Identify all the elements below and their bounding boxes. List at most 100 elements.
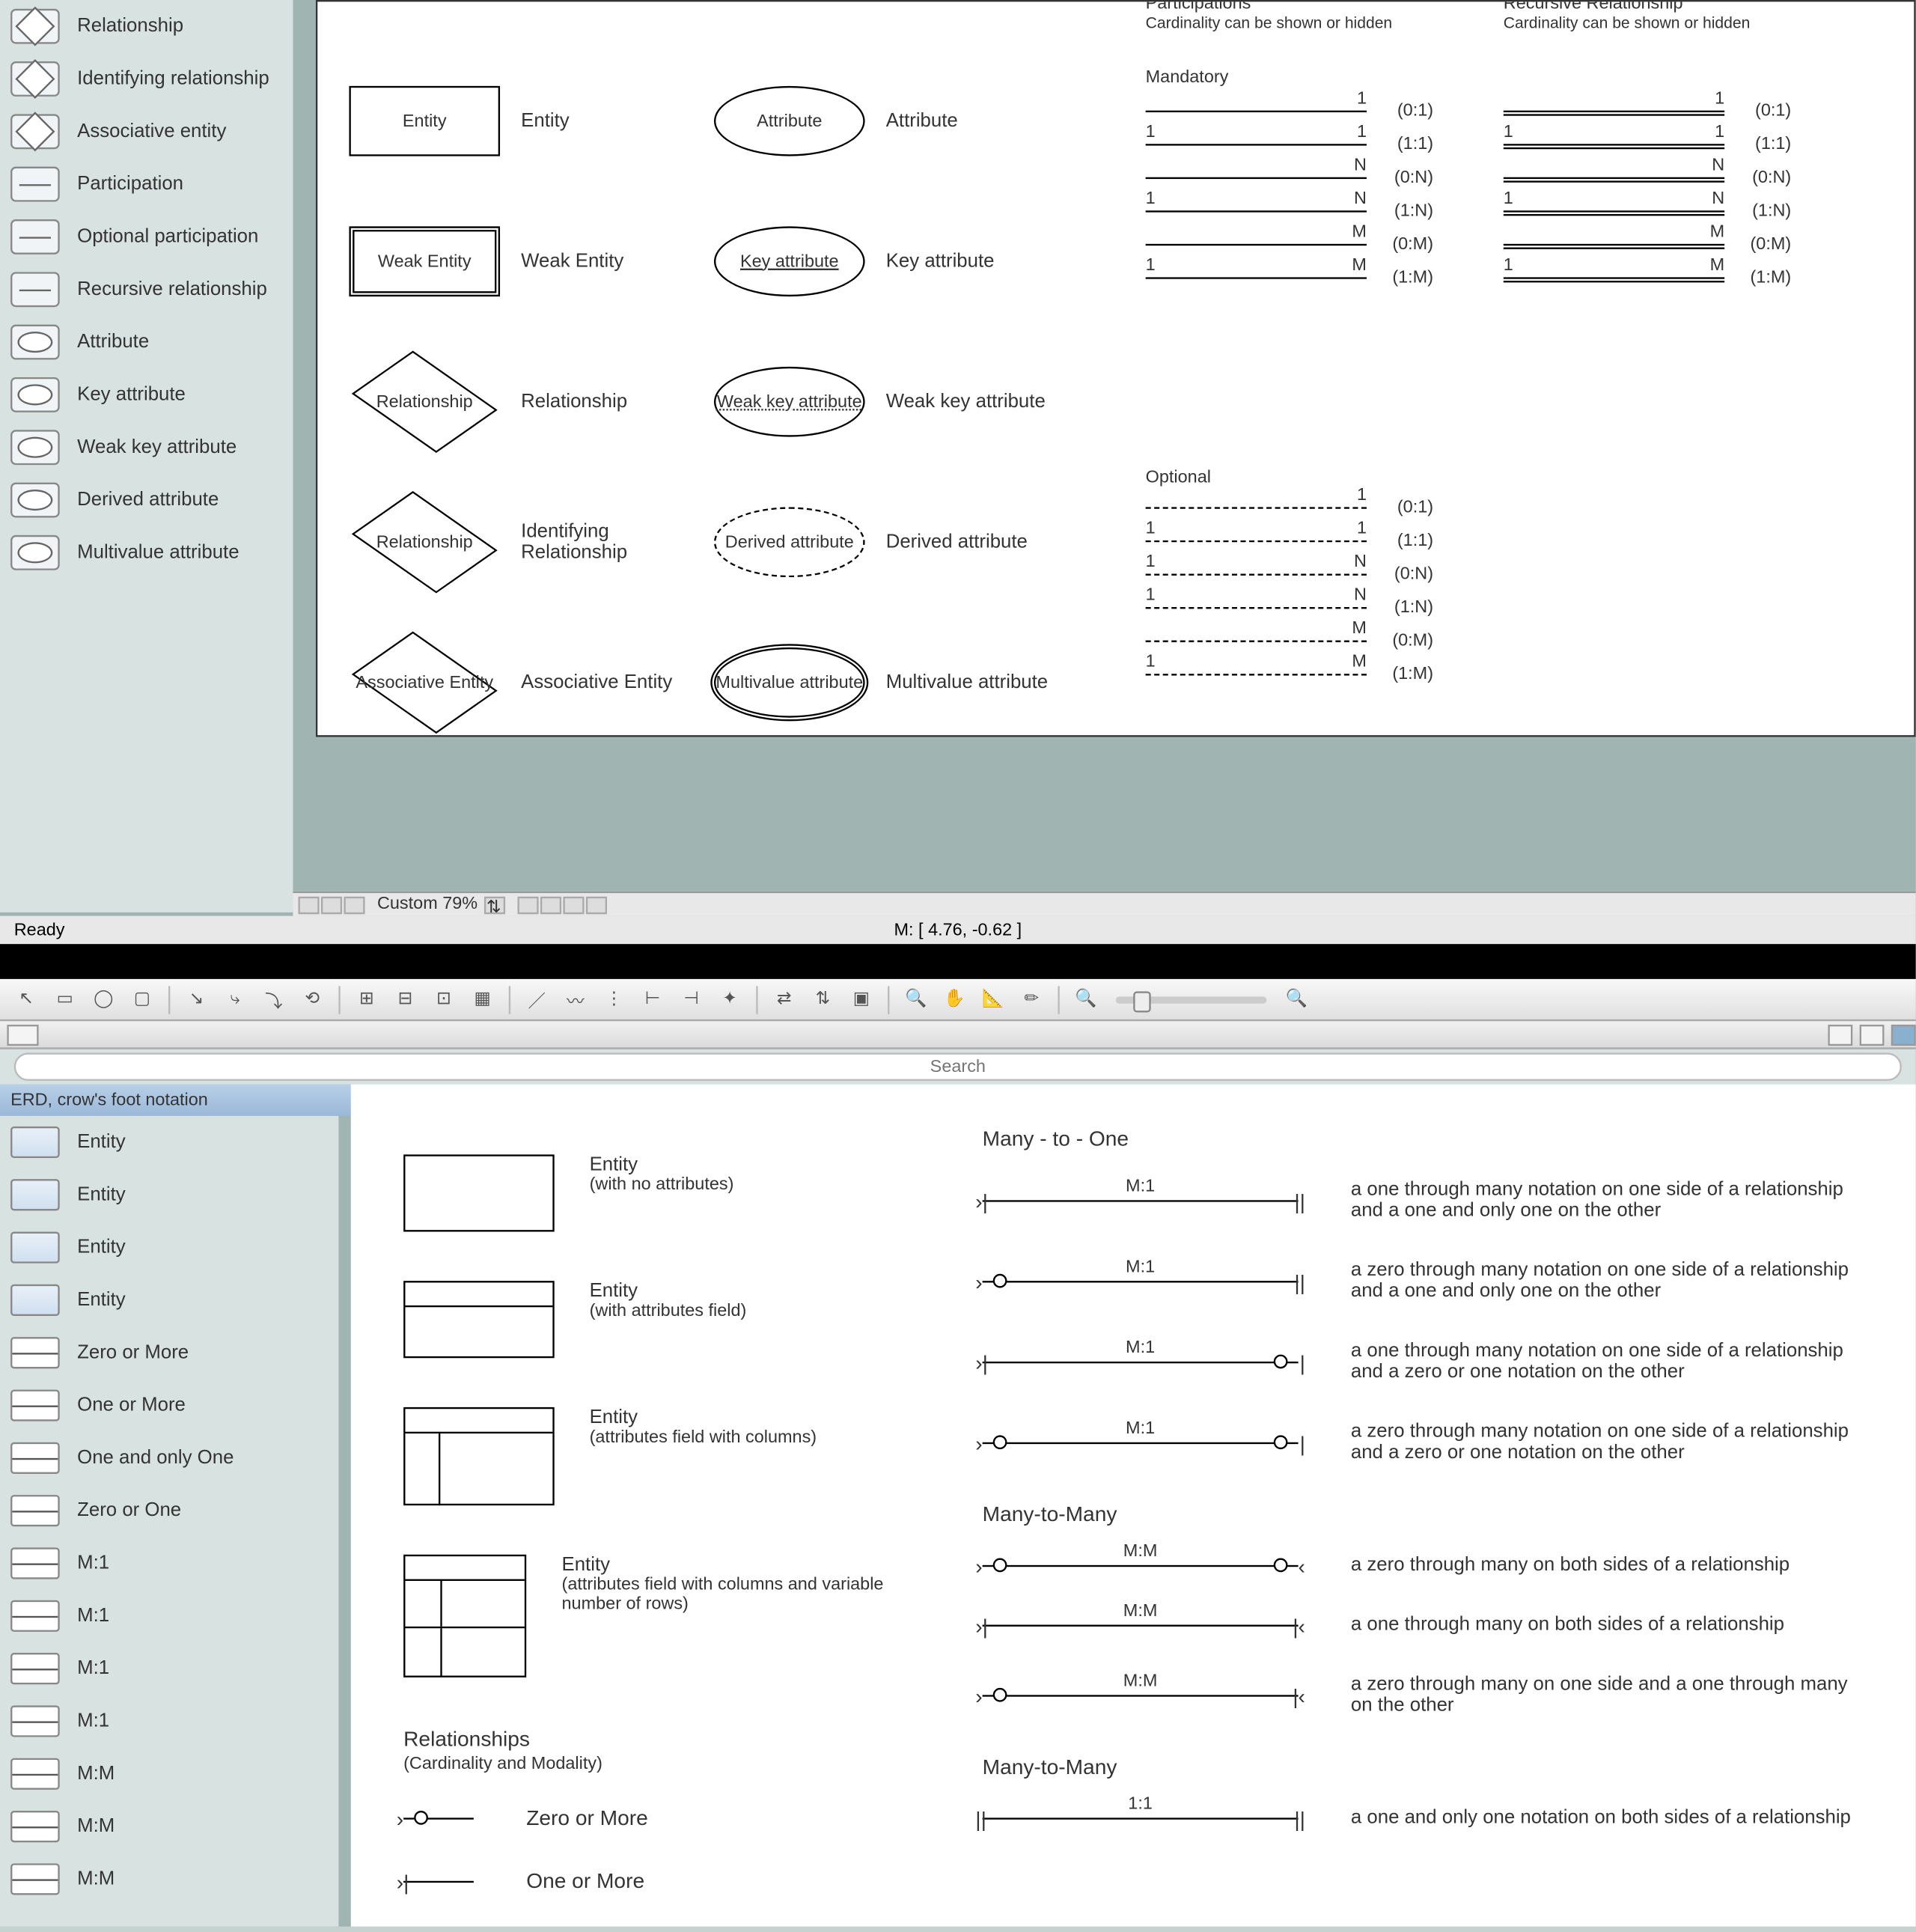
sidebar-item-label: Entity: [77, 1290, 125, 1311]
sidebar-item[interactable]: Weak key attribute: [0, 421, 293, 474]
sidebar-item[interactable]: One or More: [0, 1379, 338, 1431]
view-mode-button[interactable]: [541, 896, 562, 913]
view-mode-button[interactable]: [564, 896, 585, 913]
recursive-header: Recursive RelationshipCardinality can be…: [1504, 0, 1751, 34]
node-tool-icon[interactable]: ⋮: [598, 985, 629, 1014]
crows-foot-description: a zero through many notation on one side…: [1351, 1421, 1860, 1463]
rect-tool-icon[interactable]: ▭: [49, 985, 81, 1014]
node-tool-icon[interactable]: ✦: [714, 985, 745, 1014]
sidebar-item[interactable]: Attribute: [0, 316, 293, 368]
sidebar-item-label: M:1: [77, 1606, 109, 1627]
crows-foot-description: a one and only one notation on both side…: [1351, 1807, 1851, 1828]
crows-foot-row: ›M:M‹ a zero through many on both sides …: [983, 1555, 1877, 1576]
sidebar-item[interactable]: M:M: [0, 1800, 338, 1853]
layer-tool-icon[interactable]: ▣: [846, 985, 877, 1014]
page-next-button[interactable]: [344, 896, 364, 913]
entity-title: Entity: [590, 1407, 817, 1428]
sidebar-item-label: Weak key attribute: [77, 437, 237, 458]
align-tool-icon[interactable]: ⊞: [351, 985, 382, 1014]
view-mode-button[interactable]: [586, 896, 607, 913]
stencil-title: ERD, crow's foot notation: [10, 1091, 208, 1110]
cardinality-line: 11(1:1): [1146, 540, 1367, 542]
sidebar-item[interactable]: Entity: [0, 1274, 338, 1326]
zoom-in-icon[interactable]: 🔍: [1281, 985, 1312, 1014]
sidebar-item-label: M:1: [77, 1658, 109, 1679]
cardinality-line: 11(1:1): [1146, 144, 1367, 145]
sidebar-item[interactable]: Optional participation: [0, 210, 293, 263]
zoom-label[interactable]: Custom 79%: [370, 895, 485, 914]
sidebar-item[interactable]: Entity: [0, 1116, 338, 1168]
list-view-icon[interactable]: [1860, 1024, 1885, 1045]
sidebar-item-label: Entity: [77, 1184, 125, 1205]
curve-tool-icon[interactable]: 〰: [560, 985, 591, 1014]
search-tab-icon[interactable]: [1891, 1024, 1916, 1045]
sidebar-item[interactable]: Relationship: [0, 0, 293, 52]
pan-tool-icon[interactable]: ✋: [939, 985, 970, 1014]
crows-foot-line: ›M:1|: [983, 1442, 1299, 1443]
connector-tool-icon[interactable]: ↘: [180, 985, 212, 1014]
page-first-button[interactable]: [298, 896, 319, 913]
node-tool-icon[interactable]: ⊢: [637, 985, 668, 1014]
sidebar-item[interactable]: Participation: [0, 158, 293, 210]
shape-label: Entity: [521, 111, 714, 132]
page-prev-button[interactable]: [321, 896, 342, 913]
crows-foot-description: a one through many notation on one side …: [1351, 1179, 1860, 1221]
line-tool-icon[interactable]: ／: [521, 985, 552, 1014]
sidebar-item[interactable]: M:1: [0, 1695, 338, 1747]
zoom-slider[interactable]: [1116, 996, 1267, 1002]
sidebar-item[interactable]: Entity: [0, 1221, 338, 1273]
attr-label: Derived attribute: [886, 531, 1079, 552]
align-tool-icon[interactable]: ⊟: [389, 985, 421, 1014]
crows-foot-description: a zero through many on one side and a on…: [1351, 1674, 1860, 1716]
connector-tool-icon[interactable]: ⟲: [296, 985, 328, 1014]
bottom-canvas[interactable]: Entity(with no attributes) Entity(with a…: [351, 1085, 1916, 1927]
pointer-tool-icon[interactable]: ↖: [10, 985, 42, 1014]
rounded-rect-tool-icon[interactable]: ▢: [126, 985, 158, 1014]
group-tool-icon[interactable]: ▦: [467, 985, 498, 1014]
tab-button[interactable]: [7, 1024, 38, 1045]
view-mode-button[interactable]: [518, 896, 539, 913]
sidebar-item-label: Identifying relationship: [77, 68, 269, 89]
cardinality-line: 1(0:1): [1146, 507, 1367, 508]
sidebar-item[interactable]: Identifying relationship: [0, 52, 293, 105]
canvas-row: Associative Entity Associative Entity Mu…: [317, 612, 1914, 737]
entity-subtitle: (attributes field with columns and varia…: [562, 1576, 930, 1615]
sidebar-item[interactable]: Entity: [0, 1168, 338, 1221]
flip-tool-icon[interactable]: ⇅: [807, 985, 838, 1014]
sidebar-item[interactable]: M:1: [0, 1590, 338, 1642]
participations-header: ParticipationsCardinality can be shown o…: [1146, 0, 1393, 34]
grid-view-icon[interactable]: [1828, 1024, 1852, 1045]
crows-foot-line: ›|M:1|: [983, 1361, 1299, 1362]
sidebar-item[interactable]: M:1: [0, 1642, 338, 1695]
connector-tool-icon[interactable]: ⤵: [258, 985, 290, 1014]
guide-tool-icon[interactable]: 📐: [977, 985, 1009, 1014]
sidebar-item[interactable]: One and only One: [0, 1432, 338, 1484]
relationship-icon: [10, 1337, 60, 1368]
zoom-in-icon[interactable]: 🔍: [900, 985, 931, 1014]
sidebar-item[interactable]: Associative entity: [0, 106, 293, 158]
connector-tool-icon[interactable]: ⤷: [219, 985, 251, 1014]
sidebar-item[interactable]: M:1: [0, 1537, 338, 1589]
crows-foot-line: ›|M:M|‹: [983, 1624, 1299, 1625]
optional-participation-lines: 1(0:1) 11(1:1) 1N(0:N) 1N(1:N) M(0:M) 1M…: [1146, 507, 1367, 707]
sidebar-item[interactable]: M:M: [0, 1748, 338, 1800]
zoom-stepper[interactable]: ⇅: [485, 896, 506, 913]
eraser-tool-icon[interactable]: ✏: [1016, 985, 1047, 1014]
align-tool-icon[interactable]: ⊡: [428, 985, 460, 1014]
sidebar-item[interactable]: Multivalue attribute: [0, 526, 293, 579]
ellipse-tool-icon[interactable]: ◯: [88, 985, 119, 1014]
flip-tool-icon[interactable]: ⇄: [769, 985, 800, 1014]
zoom-out-icon[interactable]: 🔍: [1070, 985, 1102, 1014]
crows-foot-row: ›M:1|| a zero through many notation on o…: [983, 1260, 1877, 1302]
sidebar-item[interactable]: Key attribute: [0, 368, 293, 421]
node-tool-icon[interactable]: ⊣: [675, 985, 707, 1014]
search-input[interactable]: [14, 1052, 1902, 1081]
sidebar-item[interactable]: Zero or More: [0, 1326, 338, 1379]
sidebar-item[interactable]: Recursive relationship: [0, 263, 293, 316]
zero-or-more-row: › Zero or More: [403, 1805, 930, 1830]
sidebar-item[interactable]: Zero or One: [0, 1484, 338, 1537]
bottom-app-panel: ↖ ▭ ◯ ▢ ↘ ⤷ ⤵ ⟲ ⊞ ⊟ ⊡ ▦ ／ 〰 ⋮ ⊢ ⊣ ✦ ⇄ ⇅ …: [0, 979, 1916, 1927]
sidebar-item[interactable]: Derived attribute: [0, 474, 293, 526]
sidebar-item[interactable]: M:M: [0, 1853, 338, 1905]
top-canvas[interactable]: ParticipationsCardinality can be shown o…: [316, 0, 1916, 737]
